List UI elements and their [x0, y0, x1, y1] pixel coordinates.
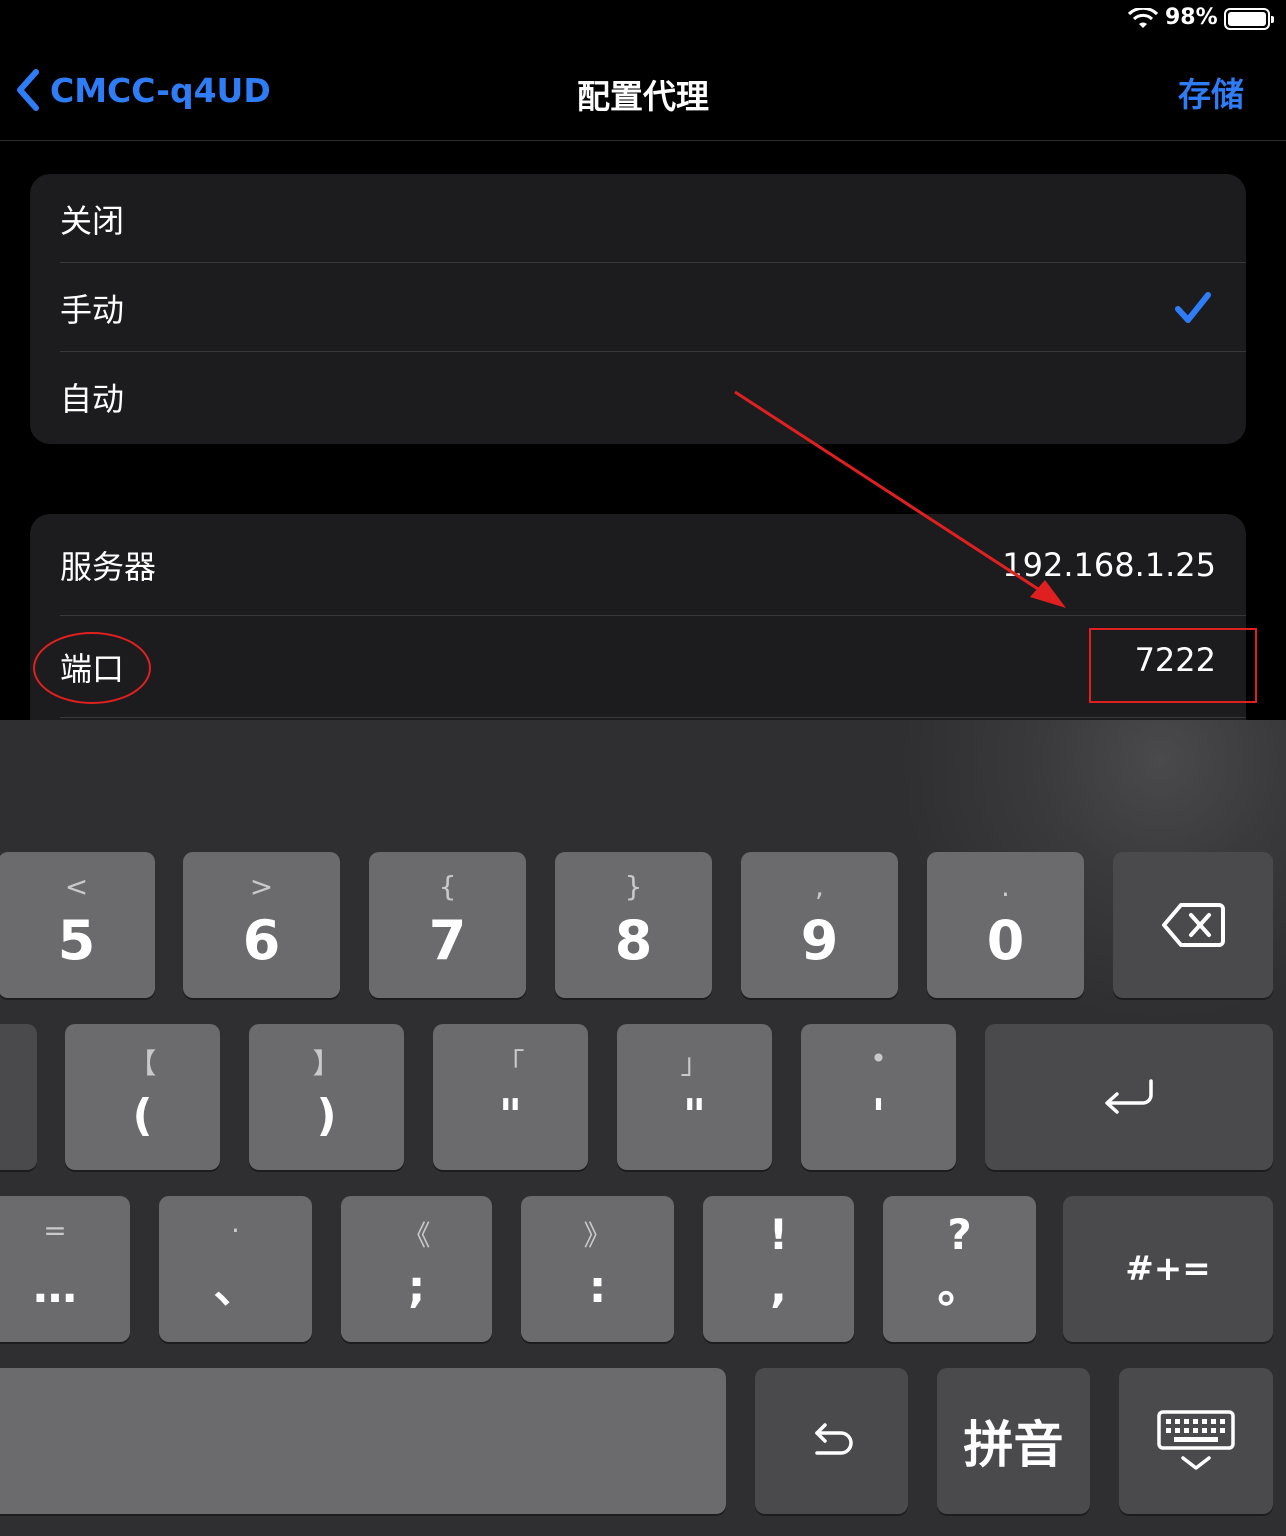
key-open-quote[interactable]: 「 "	[433, 1024, 588, 1170]
key-alt: 》	[583, 1219, 612, 1252]
more-symbols-key[interactable]: #+=	[1063, 1196, 1273, 1342]
proxy-mode-label: 手动	[60, 290, 125, 329]
key-main: 。	[937, 1262, 982, 1313]
key-alt: =	[43, 1214, 67, 1247]
key-main: 6	[242, 909, 281, 972]
undo-icon	[814, 1423, 853, 1455]
server-label: 服务器	[60, 548, 157, 586]
proxy-mode-list: 关闭 手动 自动	[30, 174, 1246, 444]
key-main: 0	[986, 909, 1025, 972]
key-alt: }	[624, 870, 643, 903]
key-main: 、	[213, 1262, 258, 1313]
proxy-mode-label: 自动	[60, 379, 125, 418]
key-main: 8	[614, 909, 653, 972]
key-close-paren[interactable]: 】 )	[249, 1024, 404, 1170]
key-apostrophe[interactable]: • '	[801, 1024, 956, 1170]
key-main: 5	[57, 909, 96, 972]
annotation-circle	[33, 632, 151, 704]
key-period[interactable]: ? 。	[883, 1196, 1036, 1342]
proxy-mode-auto[interactable]: 自动	[30, 352, 1246, 441]
keyboard-dismiss-icon	[1157, 1410, 1235, 1470]
key-0[interactable]: . 0	[927, 852, 1084, 998]
status-bar: 98%	[0, 0, 1286, 40]
proxy-mode-off[interactable]: 关闭	[30, 174, 1246, 263]
pinyin-label: 拼音	[963, 1416, 1064, 1474]
key-alt: ,	[815, 870, 824, 903]
checkmark-icon	[1175, 292, 1211, 323]
key-comma[interactable]: ! ,	[703, 1196, 854, 1342]
server-row[interactable]: 服务器 192.168.1.25	[30, 514, 1246, 616]
key-7[interactable]: { 7	[369, 852, 526, 998]
wifi-icon	[1128, 8, 1158, 28]
key-alt: ?	[947, 1210, 972, 1259]
keyboard: < 5 > 6 { 7 } 8 , 9 . 0 【 ( 】 ) 「 " 」 " …	[0, 720, 1286, 1536]
undo-key[interactable]	[755, 1368, 908, 1514]
proxy-mode-manual[interactable]: 手动	[30, 263, 1246, 352]
key-ellipsis[interactable]: = …	[0, 1196, 130, 1342]
key-main: 7	[428, 909, 467, 972]
port-row[interactable]: 端口	[30, 616, 1246, 718]
dismiss-keyboard-key[interactable]	[1119, 1368, 1273, 1514]
battery-icon	[1224, 8, 1274, 30]
return-icon	[1105, 1079, 1153, 1114]
annotation-box	[1089, 628, 1257, 703]
proxy-mode-label: 关闭	[60, 201, 125, 240]
battery-percentage: 98%	[1165, 5, 1218, 30]
key-alt: 」	[680, 1047, 709, 1080]
key-main: (	[132, 1090, 153, 1141]
key-open-paren[interactable]: 【 (	[65, 1024, 220, 1170]
key-main: '	[871, 1090, 886, 1141]
key-alt: 《	[402, 1219, 431, 1252]
key-alt: >	[249, 870, 274, 903]
backspace-icon	[1162, 903, 1225, 947]
pinyin-key[interactable]: 拼音	[937, 1368, 1090, 1514]
key-5[interactable]: < 5	[0, 852, 155, 998]
navigation-bar: CMCC-q4UD 配置代理 存储	[0, 40, 1286, 141]
key-alt: !	[768, 1210, 789, 1259]
key-alt: 】	[312, 1047, 341, 1080]
page-title: 配置代理	[577, 77, 709, 116]
delete-key[interactable]	[1113, 852, 1273, 998]
key-main: "	[683, 1090, 706, 1141]
key-main: )	[316, 1090, 337, 1141]
key-main: …	[33, 1262, 77, 1313]
key-close-quote[interactable]: 」 "	[617, 1024, 772, 1170]
key-main: "	[499, 1090, 522, 1141]
key-main: ;	[407, 1262, 426, 1313]
key-semicolon[interactable]: 《 ;	[341, 1196, 492, 1342]
key-alt: •	[870, 1042, 887, 1075]
key-alt: 「	[496, 1047, 525, 1080]
return-key[interactable]	[985, 1024, 1273, 1170]
space-key[interactable]	[0, 1368, 726, 1514]
tab-key[interactable]	[0, 1024, 37, 1170]
key-alt: .	[1001, 870, 1010, 903]
key-8[interactable]: } 8	[555, 852, 712, 998]
key-main: ,	[770, 1262, 787, 1313]
key-main: 9	[800, 909, 839, 972]
key-main: :	[588, 1262, 607, 1313]
save-button[interactable]: 存储	[1178, 68, 1244, 116]
server-value: 192.168.1.25	[1002, 546, 1216, 584]
key-alt: ·	[231, 1214, 240, 1247]
key-alt: 【	[128, 1047, 157, 1080]
key-9[interactable]: , 9	[741, 852, 898, 998]
manual-proxy-settings: 服务器 192.168.1.25 端口	[30, 514, 1246, 720]
key-6[interactable]: > 6	[183, 852, 340, 998]
key-alt: {	[438, 870, 457, 903]
key-alt: <	[64, 870, 89, 903]
more-symbols-label: #+=	[1125, 1249, 1211, 1289]
key-colon[interactable]: 》 :	[521, 1196, 674, 1342]
key-enumeration-comma[interactable]: · 、	[159, 1196, 312, 1342]
